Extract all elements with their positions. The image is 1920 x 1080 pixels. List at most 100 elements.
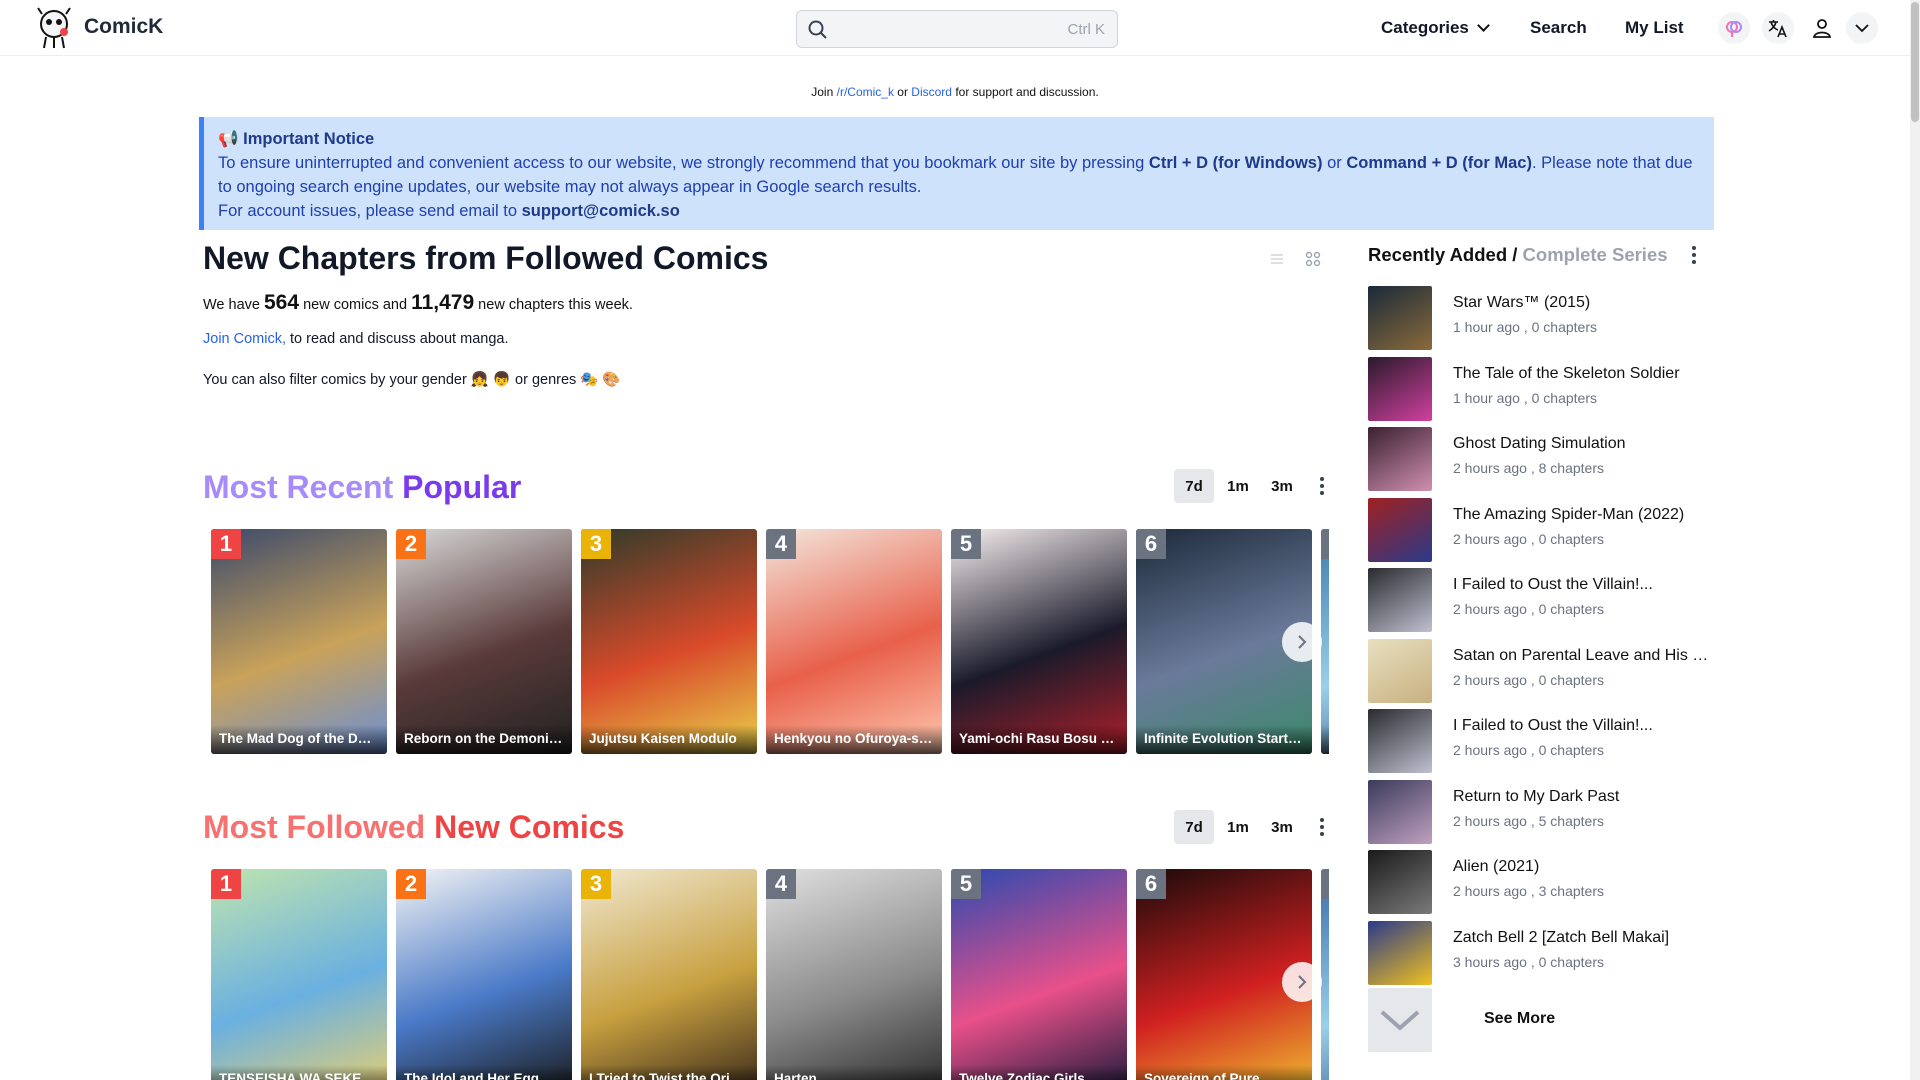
chevron-down-icon: [1477, 19, 1490, 32]
range-1m[interactable]: 1m: [1218, 810, 1258, 844]
stats-pre: We have: [203, 297, 264, 313]
comic-title: Twelve Zodiac Girls: [951, 1065, 1127, 1080]
search-input[interactable]: [837, 17, 1037, 41]
comic-card[interactable]: 5 Yami-ochi Rasu Bosu Reijou: [951, 529, 1127, 754]
stats-post: new chapters this week.: [474, 297, 633, 313]
recent-comic-item[interactable]: Satan on Parental Leave and His Son 2 hou…: [1368, 638, 1718, 703]
range-3m[interactable]: 3m: [1262, 810, 1302, 844]
recent-comic-item[interactable]: I Failed to Oust the Villain!... 2 hours …: [1368, 568, 1718, 632]
join-comick-line: Join Comick, to read and discuss about m…: [203, 331, 508, 347]
search-box[interactable]: Ctrl K: [796, 10, 1118, 48]
comic-cover-image: [581, 869, 757, 1080]
range-7d[interactable]: 7d: [1174, 469, 1214, 503]
comic-card[interactable]: 1 TENSEISHA WA SEKEN SHIRAZU: [211, 869, 387, 1080]
user-button[interactable]: [1806, 12, 1838, 44]
comic-card[interactable]: 4 Harten: [766, 869, 942, 1080]
rank-badge: 2: [396, 869, 426, 899]
chevron-down-icon: [1855, 24, 1869, 33]
more-options-icon[interactable]: [1312, 810, 1332, 844]
sidebar-tabs: Recently Added / Complete Series: [1368, 244, 1668, 266]
scrollbar-thumb[interactable]: [1911, 2, 1919, 122]
recent-comic-item[interactable]: The Amazing Spider-Man (2022) 2 hours ago…: [1368, 497, 1718, 562]
comic-title[interactable]: Alien (2021): [1453, 858, 1718, 876]
tab-recently-added[interactable]: Recently Added: [1368, 244, 1507, 265]
comic-card[interactable]: 5 Twelve Zodiac Girls: [951, 869, 1127, 1080]
nav-search[interactable]: Search: [1530, 18, 1587, 38]
chevron-right-icon: [1298, 975, 1307, 989]
range-3m[interactable]: 3m: [1262, 469, 1302, 503]
see-more-button[interactable]: See More: [1368, 988, 1718, 1052]
sidebar-options-icon[interactable]: [1692, 246, 1696, 264]
recent-comic-item[interactable]: Star Wars™ (2015) 1 hour ago , 0 chapters: [1368, 286, 1718, 350]
comic-thumbnail: [1368, 568, 1432, 632]
see-more-label: See More: [1484, 1010, 1556, 1027]
tab-complete-series[interactable]: Complete Series: [1523, 244, 1668, 265]
nav-categories-label: Categories: [1381, 18, 1469, 37]
new-chapters-count: 11,479: [411, 291, 475, 314]
notice-account: For account issues, please send email to…: [218, 199, 1700, 223]
comic-cover-image: [1321, 869, 1329, 1080]
list-view-icon[interactable]: [1268, 250, 1286, 268]
recent-comic-item[interactable]: Ghost Dating Simulation 2 hours ago , 8 c…: [1368, 427, 1718, 491]
comic-title[interactable]: I Failed to Oust the Villain!...: [1453, 576, 1718, 594]
recent-comic-item[interactable]: Zatch Bell 2 [Zatch Bell Makai] 3 hours a…: [1368, 920, 1718, 985]
comic-title[interactable]: Star Wars™ (2015): [1453, 294, 1718, 312]
section-title-part: New Comics: [434, 809, 625, 845]
comic-title: I Tried to Twist the Original Story: [581, 1065, 757, 1080]
page-scrollbar[interactable]: [1910, 0, 1920, 1080]
recent-comic-item[interactable]: I Failed to Oust the Villain!... 2 hours …: [1368, 709, 1718, 773]
comic-cover-image: [396, 529, 572, 754]
comick-logo-icon[interactable]: [34, 6, 74, 50]
rank-badge: 4: [766, 869, 796, 899]
translate-icon: [1768, 20, 1787, 38]
language-button[interactable]: [1762, 12, 1794, 44]
comic-card[interactable]: 7I: [1321, 529, 1329, 754]
range-1m[interactable]: 1m: [1218, 469, 1258, 503]
comic-title: TENSEISHA WA SEKEN SHIRAZU: [211, 1065, 387, 1080]
discord-link[interactable]: Discord: [911, 85, 952, 99]
recent-comic-item[interactable]: Return to My Dark Past 2 hours ago , 5 ch…: [1368, 779, 1718, 844]
comic-title: Harten: [766, 1065, 942, 1080]
comic-card[interactable]: 2 Reborn on the Demonic Cult Battlefield: [396, 529, 572, 754]
comic-thumbnail: [1368, 920, 1432, 985]
gender-filter-button[interactable]: [1718, 12, 1750, 44]
support-email[interactable]: support@comick.so: [522, 202, 680, 220]
comic-title[interactable]: Return to My Dark Past: [1453, 788, 1718, 806]
reddit-link[interactable]: /r/Comic_k: [837, 85, 894, 99]
carousel-next-button[interactable]: [1282, 622, 1322, 662]
popular-range-selector: 7d 1m 3m: [1174, 469, 1332, 503]
comic-title[interactable]: I Failed to Oust the Villain!...: [1453, 717, 1718, 735]
join-comick-link[interactable]: Join Comick,: [203, 331, 286, 347]
comic-card[interactable]: 7: [1321, 869, 1329, 1080]
comic-update-meta: 1 hour ago , 0 chapters: [1453, 389, 1597, 406]
comic-title[interactable]: The Tale of the Skeleton Soldier: [1453, 365, 1718, 383]
comic-title[interactable]: The Amazing Spider-Man (2022): [1453, 506, 1718, 524]
nav-my-list[interactable]: My List: [1625, 18, 1684, 38]
comic-cover-image: [951, 529, 1127, 754]
comic-title: The Mad Dog of the Duke's Estate: [211, 725, 387, 754]
comic-cover-image: [1321, 529, 1329, 754]
carousel-next-button[interactable]: [1282, 962, 1322, 1002]
comic-card[interactable]: 2 The Idol and Her Egg Prince: [396, 869, 572, 1080]
join-suffix: for support and discussion.: [951, 85, 1099, 99]
comic-title[interactable]: Zatch Bell 2 [Zatch Bell Makai]: [1453, 929, 1718, 947]
nav-categories[interactable]: Categories: [1381, 18, 1490, 38]
user-icon: [1812, 19, 1832, 38]
account-menu-button[interactable]: [1846, 12, 1878, 44]
comic-cover-image: [766, 869, 942, 1080]
range-7d[interactable]: 7d: [1174, 810, 1214, 844]
comic-card[interactable]: 3 Jujutsu Kaisen Modulo: [581, 529, 757, 754]
recent-comic-item[interactable]: The Tale of the Skeleton Soldier 1 hour a…: [1368, 356, 1718, 421]
section-title-part: Most Recent: [203, 469, 403, 505]
comic-card[interactable]: 1 The Mad Dog of the Duke's Estate: [211, 529, 387, 754]
comic-title[interactable]: Satan on Parental Leave and His Son: [1453, 647, 1718, 665]
brand-name[interactable]: ComicK: [84, 15, 163, 39]
comic-cover-image: [766, 529, 942, 754]
rank-badge: 4: [766, 529, 796, 559]
comic-title[interactable]: Ghost Dating Simulation: [1453, 435, 1718, 453]
recent-comic-item[interactable]: Alien (2021) 2 hours ago , 3 chapters: [1368, 850, 1718, 914]
comic-card[interactable]: 3 I Tried to Twist the Original Story: [581, 869, 757, 1080]
more-options-icon[interactable]: [1312, 469, 1332, 503]
comic-card[interactable]: 4 Henkyou no Ofuroya-san: [766, 529, 942, 754]
grid-view-icon[interactable]: [1304, 250, 1322, 268]
